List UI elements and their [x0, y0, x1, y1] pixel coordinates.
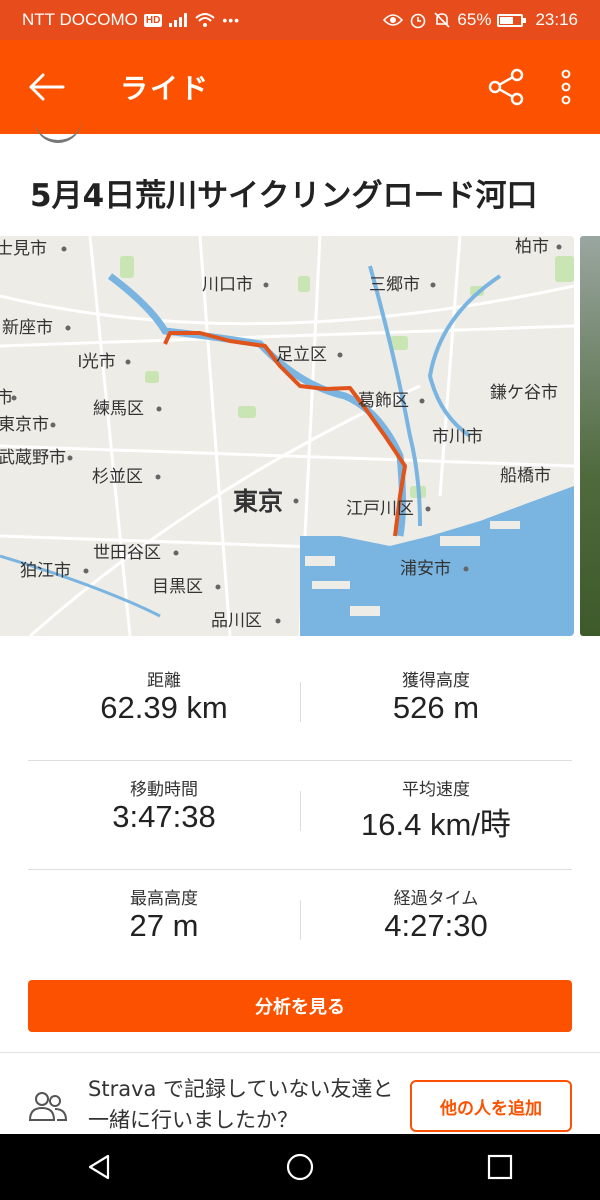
nav-back-button[interactable] [50, 1134, 150, 1200]
mute-bell-icon [434, 12, 450, 28]
add-others-button[interactable]: 他の人を追加 [410, 1080, 572, 1132]
stats-row: 最高高度 27 m 経過タイム 4:27:30 [28, 869, 572, 978]
stat-value: 62.39 km [100, 690, 228, 725]
map-label-nerima: 練馬区 [93, 399, 144, 418]
map-label-urayasu: 浦安市 [400, 559, 451, 578]
map-label-meguro: 目黒区 [152, 577, 203, 596]
stat-value: 4:27:30 [384, 908, 488, 943]
stat-average-speed: 平均速度 16.4 km/時 [300, 761, 572, 869]
more-options-button[interactable] [536, 40, 596, 134]
nav-recents-button[interactable] [450, 1134, 550, 1200]
status-bar: NTT DOCOMO HD ••• 65% 23:16 [0, 0, 600, 40]
map-label-niiza: 新座市 [2, 318, 53, 337]
map-label-edge: 市 [0, 388, 13, 407]
clock-time: 23:16 [535, 10, 578, 29]
map-label-shinagawa: 品川区 [211, 611, 262, 630]
map-canvas: 士見市 川口市 三郷市 柏市 新座市 l光市 足立区 葛飾区 鎌ケ谷市 練馬区 … [0, 236, 574, 636]
stat-label: 距離 [147, 671, 181, 691]
map-label-komae: 狛江市 [20, 561, 71, 580]
map-label-fujimi: 士見市 [0, 239, 47, 258]
view-analysis-button[interactable]: 分析を見る [28, 980, 572, 1032]
map-label-kashiwa: 柏市 [515, 237, 549, 256]
status-bar-left: NTT DOCOMO HD ••• [22, 10, 240, 30]
map-label-kawaguchi: 川口市 [202, 275, 253, 294]
map-label-funabashi: 船橋市 [500, 466, 551, 485]
stats-row: 距離 62.39 km 獲得高度 526 m [28, 652, 572, 760]
signal-icon [169, 13, 188, 27]
more-vert-icon [561, 69, 571, 105]
avatar[interactable] [34, 116, 82, 143]
stat-label: 獲得高度 [402, 671, 470, 691]
activity-photo-thumbnail[interactable] [580, 236, 600, 636]
nav-back-icon [88, 1154, 110, 1180]
stat-label: 平均速度 [402, 780, 470, 800]
battery-icon [497, 13, 527, 27]
arrow-left-icon [29, 73, 65, 101]
add-friends-prompt: Strava で記録していない友達と一緒に行いましたか？ [88, 1077, 394, 1132]
map-label-adachi: 足立区 [276, 345, 327, 364]
map-label-kamagaya: 鎌ケ谷市 [490, 383, 558, 402]
stat-value: 3:47:38 [112, 799, 216, 834]
stat-label: 最高高度 [130, 889, 198, 909]
nav-home-icon [286, 1153, 314, 1181]
hd-badge: HD [143, 13, 163, 27]
stat-distance: 距離 62.39 km [28, 652, 300, 760]
stat-elevation-gain: 獲得高度 526 m [300, 652, 572, 760]
stat-elapsed-time: 経過タイム 4:27:30 [300, 870, 572, 978]
activity-header: 5月4日荒川サイクリングロード河口 [0, 134, 600, 234]
map-label-suginami: 杉並区 [92, 467, 143, 486]
stat-max-elevation: 最高高度 27 m [28, 870, 300, 978]
route-map[interactable]: 士見市 川口市 三郷市 柏市 新座市 l光市 足立区 葛飾区 鎌ケ谷市 練馬区 … [0, 236, 574, 636]
stat-value: 526 m [392, 690, 480, 725]
battery-percent: 65% [457, 10, 492, 29]
people-icon [28, 1092, 68, 1121]
alarm-icon [411, 13, 426, 29]
map-label-ichikawa: 市川市 [432, 427, 483, 446]
map-label-edogawa: 江戸川区 [346, 499, 414, 518]
app-bar: ライド [0, 40, 600, 134]
nav-home-button[interactable] [250, 1134, 350, 1200]
share-button[interactable] [476, 40, 536, 134]
map-label-tokyo: 東京 [233, 487, 283, 516]
map-label-misato: 三郷市 [369, 275, 420, 294]
activity-title: 5月4日荒川サイクリングロード河口 [30, 178, 538, 214]
map-label-katsushika: 葛飾区 [358, 391, 409, 410]
stats-row: 移動時間 3:47:38 平均速度 16.4 km/時 [28, 760, 572, 869]
map-label-higashi: 東京市 [0, 415, 49, 434]
stats-grid: 距離 62.39 km 獲得高度 526 m 移動時間 3:47:38 平均速度… [0, 652, 600, 978]
more-notifications-icon: ••• [222, 12, 241, 28]
battery-fill [500, 16, 514, 24]
carrier-name: NTT DOCOMO [22, 10, 138, 29]
map-label-musashino: 武蔵野市 [0, 448, 66, 467]
map-label-setagaya: 世田谷区 [93, 543, 161, 562]
section-divider [0, 1052, 600, 1053]
status-bar-right: 65% 23:16 [383, 10, 578, 30]
app-bar-title: ライド [120, 72, 211, 105]
eye-icon [383, 14, 404, 26]
system-nav-bar [0, 1134, 600, 1200]
nav-recents-icon [487, 1154, 513, 1180]
map-label-hikari: l光市 [78, 352, 116, 371]
wifi-icon [195, 13, 215, 27]
share-icon [488, 68, 524, 106]
stat-value: 27 m [129, 908, 199, 943]
stat-moving-time: 移動時間 3:47:38 [28, 761, 300, 869]
stat-value: 16.4 km/時 [361, 807, 511, 842]
stat-label: 移動時間 [130, 780, 198, 800]
stat-label: 経過タイム [393, 889, 479, 909]
